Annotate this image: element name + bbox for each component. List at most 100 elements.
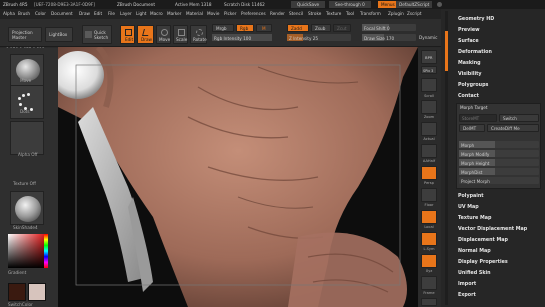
aahalf-button[interactable]: [421, 144, 437, 158]
tray-item-deformation[interactable]: Deformation: [458, 50, 492, 55]
tray-item-normal-map[interactable]: Normal Map: [458, 249, 491, 254]
menu-movie[interactable]: Movie: [207, 11, 219, 16]
local-button[interactable]: [421, 210, 437, 224]
morph-dist-slider[interactable]: MorphDist: [459, 168, 539, 175]
persp-button[interactable]: [421, 166, 437, 180]
tray-item-masking[interactable]: Masking: [458, 61, 481, 66]
zcut-button[interactable]: Zcut: [333, 24, 351, 32]
rgb-intensity-slider[interactable]: Rgb Intensity 100: [212, 34, 272, 41]
canvas[interactable]: [58, 47, 418, 307]
alpha-label: Alpha Off: [18, 152, 38, 157]
menu-preferences[interactable]: Preferences: [241, 11, 266, 16]
rotate-button[interactable]: Rotate: [190, 25, 207, 44]
switch-color-button[interactable]: SwitchColor: [8, 302, 33, 307]
menu-alpha[interactable]: Alpha: [3, 11, 15, 16]
tray-item-export[interactable]: Export: [458, 293, 476, 298]
scale-button[interactable]: Scale: [173, 25, 188, 44]
mrgb-button[interactable]: Mrgb: [212, 24, 234, 32]
actual-button[interactable]: [421, 122, 437, 136]
morph-height-slider[interactable]: Morph Height: [459, 159, 539, 166]
tray-item-visibility[interactable]: Visibility: [458, 72, 482, 77]
bpr-button[interactable]: BPR: [421, 50, 437, 64]
tray-item-uv-map[interactable]: UV Map: [458, 205, 479, 210]
tray-item-unified-skin[interactable]: Unified Skin: [458, 271, 491, 276]
focal-shift-slider[interactable]: Focal Shift 0: [362, 24, 416, 31]
hue-strip[interactable]: [44, 234, 48, 268]
color-picker[interactable]: [8, 234, 46, 268]
tray-item-preview[interactable]: Preview: [458, 28, 480, 33]
tray-item-displacement-map[interactable]: Displacement Map: [458, 238, 508, 243]
tray-scroll-thumb[interactable]: [445, 31, 448, 71]
dynamic-toggle[interactable]: Dynamic: [419, 35, 437, 40]
menu-picker[interactable]: Picker: [224, 11, 236, 16]
material-selector[interactable]: [10, 191, 44, 225]
tray-item-import[interactable]: Import: [458, 282, 476, 287]
tray-item-surface[interactable]: Surface: [458, 39, 479, 44]
draw-size-slider[interactable]: Draw Size 170: [362, 34, 416, 41]
create-diff-mesh-button[interactable]: CreateDiff Me: [487, 124, 539, 132]
menu-texture[interactable]: Texture: [326, 11, 341, 16]
menu-file[interactable]: File: [108, 11, 115, 16]
switch-button[interactable]: Switch: [499, 114, 539, 122]
tray-item-polygroups[interactable]: Polygroups: [458, 83, 488, 88]
store-mt-button[interactable]: StoreMT: [459, 114, 497, 122]
frame-button[interactable]: [421, 276, 437, 290]
menu-macro[interactable]: Macro: [150, 11, 163, 16]
quick-sketch-button[interactable]: Quick Sketch: [82, 25, 112, 44]
menu-brush[interactable]: Brush: [18, 11, 30, 16]
see-through-slider[interactable]: See-through 0: [329, 1, 371, 9]
tray-item-polypaint[interactable]: Polypaint: [458, 194, 484, 199]
rgb-button[interactable]: Rgb: [236, 24, 254, 32]
project-morph-button[interactable]: Project Morph: [459, 177, 539, 184]
tray-item-vector-displacement-map[interactable]: Vector Displacement Map: [458, 227, 527, 232]
zadd-button[interactable]: Zadd: [287, 24, 309, 32]
menu-stroke[interactable]: Stroke: [308, 11, 321, 16]
tray-item-display-properties[interactable]: Display Properties: [458, 260, 508, 265]
default-zscript-button[interactable]: DefaultZScript: [396, 1, 433, 9]
move-view-button[interactable]: [421, 298, 437, 306]
morph-modify-slider[interactable]: Morph Modify: [459, 150, 539, 157]
lightbox-button[interactable]: LightBox: [45, 27, 73, 42]
z-intensity-slider[interactable]: Z Intensity 25: [287, 34, 351, 41]
menu-draw[interactable]: Draw: [79, 11, 90, 16]
menu-zplugin[interactable]: Zplugin: [388, 11, 404, 16]
scroll-button[interactable]: [421, 78, 437, 92]
xyz-button[interactable]: [421, 254, 437, 268]
m-button[interactable]: M: [256, 24, 272, 32]
menu-material[interactable]: Material: [186, 11, 203, 16]
floor-button[interactable]: [421, 188, 437, 202]
morph-slider[interactable]: Morph: [459, 141, 539, 148]
menu-edit[interactable]: Edit: [94, 11, 102, 16]
menu-color[interactable]: Color: [35, 11, 46, 16]
tray-item-texture-map[interactable]: Texture Map: [458, 216, 491, 221]
menu-marker[interactable]: Marker: [167, 11, 181, 16]
projection-master-button[interactable]: Projection Master: [8, 27, 42, 42]
menu-zscript[interactable]: Zscript: [407, 11, 422, 16]
draw-button[interactable]: Draw: [137, 25, 154, 44]
menu-light[interactable]: Light: [136, 11, 146, 16]
spix-slider[interactable]: SPix 3: [421, 66, 437, 74]
tray-scrollbar[interactable]: [445, 11, 448, 305]
zsub-button[interactable]: Zsub: [311, 24, 331, 32]
main-color-swatch[interactable]: [8, 283, 26, 301]
menu-transform[interactable]: Transform: [360, 11, 381, 16]
menus-button[interactable]: Menus: [378, 1, 398, 9]
delmt-button[interactable]: DelMT: [459, 124, 485, 132]
menu-tool[interactable]: Tool: [346, 11, 354, 16]
help-icon[interactable]: [437, 2, 442, 7]
menu-stencil[interactable]: Stencil: [289, 11, 303, 16]
zoom-button[interactable]: [421, 100, 437, 114]
menu-document[interactable]: Document: [51, 11, 73, 16]
move-button[interactable]: Move: [156, 25, 171, 44]
secondary-color-swatch[interactable]: [28, 283, 46, 301]
texture-label: Texture Off: [13, 181, 36, 186]
tray-item-contact[interactable]: Contact: [458, 94, 479, 99]
lsym-button[interactable]: [421, 232, 437, 246]
left-shelf: Move Dots Alpha Off Texture Off SkinShad…: [0, 48, 58, 307]
tray-item-geometry-hd[interactable]: Geometry HD: [458, 17, 494, 22]
menu-render[interactable]: Render: [270, 11, 285, 16]
menu-layer[interactable]: Layer: [120, 11, 132, 16]
quicksave-button[interactable]: QuickSave: [291, 1, 326, 9]
alpha-selector[interactable]: [10, 121, 44, 155]
edit-button[interactable]: Edit: [120, 25, 135, 44]
